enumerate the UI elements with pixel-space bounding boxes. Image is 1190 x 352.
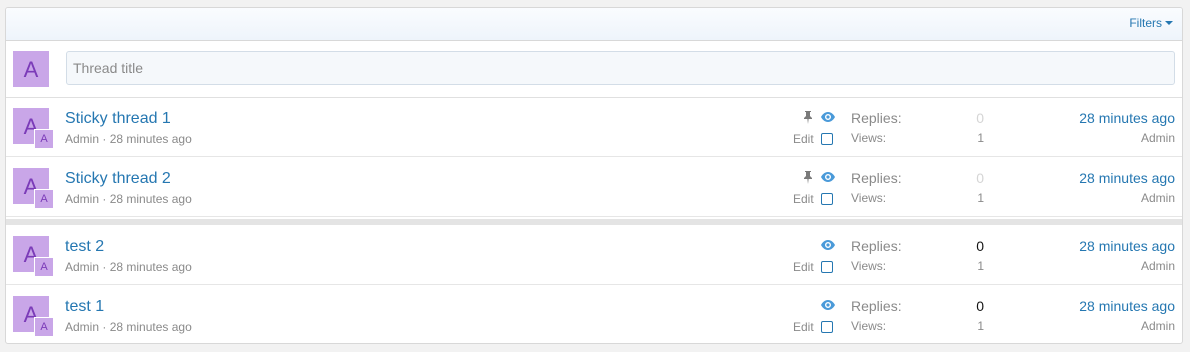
replies-count: 0 [976, 238, 984, 254]
thread-title-link[interactable]: test 2 [65, 238, 104, 256]
eye-icon [821, 300, 835, 310]
meta-separator: · [102, 192, 107, 206]
eye-icon [821, 172, 835, 182]
edit-link[interactable]: Edit [793, 132, 814, 146]
start-date[interactable]: 28 minutes ago [110, 260, 192, 274]
select-checkbox[interactable] [821, 261, 833, 273]
thread-title-link[interactable]: Sticky thread 1 [65, 110, 171, 128]
latest-post-date[interactable]: 28 minutes ago [1079, 298, 1175, 314]
last-poster-avatar[interactable]: A [34, 129, 54, 149]
pin-icon [804, 111, 812, 124]
select-checkbox[interactable] [821, 193, 833, 205]
start-date[interactable]: 28 minutes ago [110, 132, 192, 146]
thread-title-link[interactable]: Sticky thread 2 [65, 170, 171, 188]
author-link[interactable]: Admin [65, 132, 99, 146]
replies-label: Replies: [851, 298, 902, 314]
author-link[interactable]: Admin [65, 192, 99, 206]
edit-link[interactable]: Edit [793, 260, 814, 274]
filters-label: Filters [1129, 16, 1162, 30]
replies-count: 0 [976, 110, 984, 126]
author-link[interactable]: Admin [65, 260, 99, 274]
select-checkbox[interactable] [821, 321, 833, 333]
replies-label: Replies: [851, 110, 902, 126]
latest-post-date[interactable]: 28 minutes ago [1079, 170, 1175, 186]
replies-label: Replies: [851, 170, 902, 186]
latest-post-user[interactable]: Admin [1141, 259, 1175, 273]
thread-title-input[interactable] [66, 51, 1175, 85]
thread-meta: Admin · 28 minutes ago [65, 132, 192, 146]
caret-down-icon [1165, 20, 1173, 25]
views-count: 1 [977, 259, 984, 273]
edit-link[interactable]: Edit [793, 192, 814, 206]
meta-separator: · [102, 320, 107, 334]
thread-title-link[interactable]: test 1 [65, 298, 104, 316]
last-poster-avatar[interactable]: A [34, 257, 54, 277]
meta-separator: · [102, 132, 107, 146]
filter-bar: Filters [6, 8, 1182, 41]
views-label: Views: [851, 259, 887, 273]
replies-label: Replies: [851, 238, 902, 254]
thread-meta: Admin · 28 minutes ago [65, 192, 192, 206]
latest-post-date[interactable]: 28 minutes ago [1079, 238, 1175, 254]
views-label: Views: [851, 131, 887, 145]
latest-post-user[interactable]: Admin [1141, 131, 1175, 145]
start-date[interactable]: 28 minutes ago [110, 192, 192, 206]
views-label: Views: [851, 191, 887, 205]
thread-row: A A test 2 Admin · 28 minutes ago Edit R… [6, 226, 1182, 285]
thread-row: A A Sticky thread 1 Admin · 28 minutes a… [6, 98, 1182, 157]
meta-separator: · [102, 260, 107, 274]
eye-icon [821, 240, 835, 250]
author-link[interactable]: Admin [65, 320, 99, 334]
sticky-separator [6, 219, 1182, 225]
views-count: 1 [977, 131, 984, 145]
thread-meta: Admin · 28 minutes ago [65, 320, 192, 334]
quick-thread-row: A [6, 41, 1182, 98]
latest-post-user[interactable]: Admin [1141, 319, 1175, 333]
views-label: Views: [851, 319, 887, 333]
start-date[interactable]: 28 minutes ago [110, 320, 192, 334]
replies-count: 0 [976, 170, 984, 186]
views-count: 1 [977, 319, 984, 333]
latest-post-date[interactable]: 28 minutes ago [1079, 110, 1175, 126]
thread-list-block: Filters A A A Sticky thread 1 Admin · 28… [5, 7, 1183, 344]
edit-link[interactable]: Edit [793, 320, 814, 334]
select-checkbox[interactable] [821, 133, 833, 145]
last-poster-avatar[interactable]: A [34, 189, 54, 209]
thread-row: A A test 1 Admin · 28 minutes ago Edit R… [6, 286, 1182, 343]
latest-post-user[interactable]: Admin [1141, 191, 1175, 205]
pin-icon [804, 171, 812, 184]
thread-row: A A Sticky thread 2 Admin · 28 minutes a… [6, 158, 1182, 217]
replies-count: 0 [976, 298, 984, 314]
eye-icon [821, 112, 835, 122]
avatar[interactable]: A [13, 51, 49, 87]
thread-meta: Admin · 28 minutes ago [65, 260, 192, 274]
last-poster-avatar[interactable]: A [34, 317, 54, 337]
filters-menu-button[interactable]: Filters [1129, 16, 1173, 30]
views-count: 1 [977, 191, 984, 205]
